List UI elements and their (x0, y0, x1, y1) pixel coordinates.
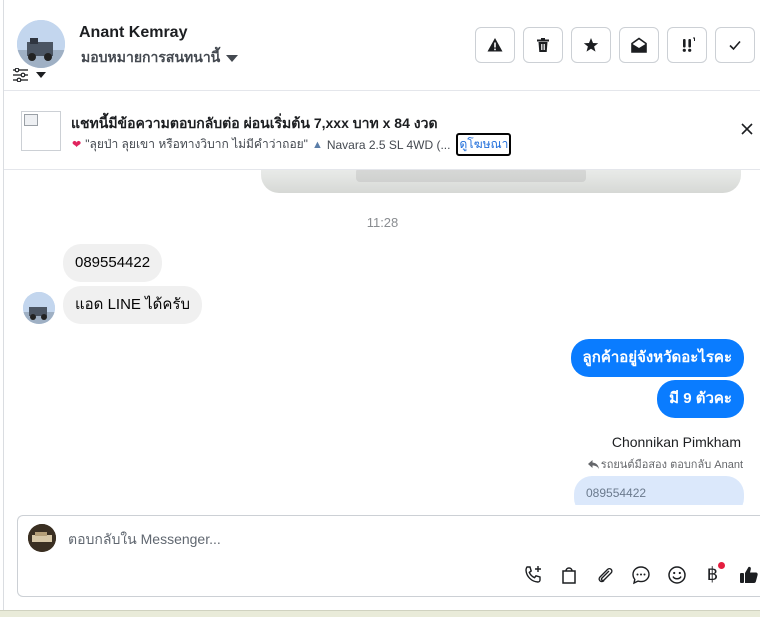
caret-down-icon (226, 54, 239, 62)
check-icon (729, 40, 741, 51)
composer-toolbar: ฿ (520, 562, 760, 587)
saved-replies-button[interactable] (628, 562, 653, 587)
spam-button[interactable] (475, 27, 515, 63)
assign-label: มอบหมายการสนทนานี้ (81, 49, 221, 65)
assign-conversation-dropdown[interactable]: มอบหมายการสนทนานี้ (81, 47, 239, 69)
chat-bubble-icon (631, 565, 650, 584)
contact-name[interactable]: Anant Kemray (79, 24, 187, 42)
phone-plus-icon (524, 565, 541, 583)
attach-button[interactable] (592, 562, 617, 587)
outgoing-message-bubble[interactable]: มี 9 ตัวคะ (657, 380, 744, 418)
star-icon (583, 38, 599, 52)
caret-down-icon (36, 72, 46, 78)
shopping-bag-icon (561, 566, 576, 584)
replied-message-preview[interactable]: 089554422 (574, 476, 744, 505)
car-icon: ▲ (311, 138, 323, 151)
follow-up-icon (682, 37, 695, 52)
message-composer: ฿ (17, 515, 760, 597)
message-timestamp: 11:28 (366, 215, 399, 230)
reply-icon (587, 459, 599, 469)
envelope-open-icon (631, 37, 647, 53)
notification-dot (718, 562, 725, 569)
emoji-button[interactable] (664, 562, 689, 587)
paperclip-icon (597, 567, 613, 582)
outgoing-message-bubble[interactable]: ลูกค้าอยู่จังหวัดอะไรคะ (570, 339, 744, 377)
follow-up-button[interactable] (667, 27, 707, 63)
thumbs-up-icon (739, 566, 758, 583)
warning-icon (487, 38, 503, 52)
heart-icon: ❤ (72, 139, 82, 151)
ad-vehicle: Navara 2.5 SL 4WD (... (326, 137, 451, 152)
payment-button[interactable]: ฿ (700, 562, 725, 587)
banner-title: แชทนี้มีข้อความตอบกลับต่อ ผ่อนเริ่มต้น 7… (71, 115, 438, 131)
banner-subtitle: ❤ "ลุยป่า ลุยเขา หรือทางวิบาก ไม่มีคำว่า… (72, 133, 512, 156)
incoming-message-bubble[interactable]: 089554422 (63, 244, 163, 282)
mark-done-button[interactable] (715, 27, 755, 63)
trash-icon (537, 38, 549, 52)
filter-dropdown-button[interactable] (13, 68, 46, 82)
ad-thumbnail (21, 111, 61, 151)
mark-unread-button[interactable] (619, 27, 659, 63)
conversation-header: Anant Kemray มอบหมายการสนทนานี้ (4, 0, 760, 90)
smiley-icon (667, 565, 686, 584)
reply-input[interactable] (68, 529, 728, 549)
close-icon[interactable] (739, 121, 755, 137)
ad-tagline: "ลุยป่า ลุยเขา หรือทางวิบาก ไม่มีคำว่าถอ… (85, 137, 308, 151)
like-button[interactable] (736, 562, 760, 587)
incoming-message-bubble[interactable]: แอด LINE ได้ครับ (63, 286, 202, 324)
ad-context-banner: แชทนี้มีข้อความตอบกลับต่อ ผ่อนเริ่มต้น 7… (4, 90, 760, 170)
call-button[interactable] (520, 562, 545, 587)
sliders-icon (13, 68, 28, 82)
baht-icon: ฿ (706, 564, 719, 585)
sender-name: Chonnikan Pimkham (611, 434, 741, 450)
view-ad-link[interactable]: ดูโฆษณา (456, 133, 512, 156)
contact-avatar-small (23, 292, 55, 324)
reply-context: รถยนต์มือสอง ตอบกลับ Anant (587, 455, 743, 473)
window-bottom-edge (0, 610, 760, 617)
message-thread[interactable]: 11:28 089554422 แอด LINE ได้ครับ ลูกค้าอ… (4, 170, 760, 505)
shop-button[interactable] (556, 562, 581, 587)
contact-avatar[interactable] (17, 20, 65, 68)
conversation-panel: Anant Kemray มอบหมายการสนทนานี้ แชทนี้มี… (3, 0, 760, 610)
star-button[interactable] (571, 27, 611, 63)
conversation-actions (475, 27, 755, 63)
reply-note-text: รถยนต์มือสอง ตอบกลับ Anant (600, 459, 743, 471)
delete-button[interactable] (523, 27, 563, 63)
image-attachment-preview[interactable] (261, 170, 741, 193)
page-avatar (28, 524, 56, 552)
